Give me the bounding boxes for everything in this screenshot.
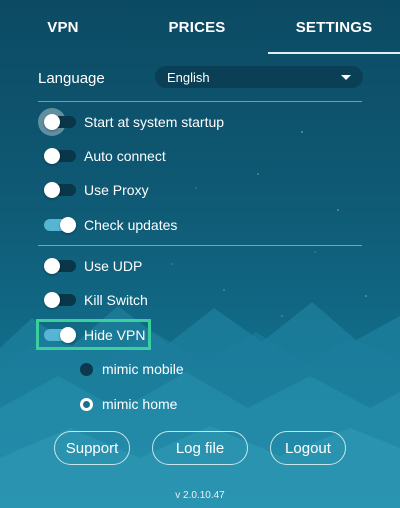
toggle-row-hide-vpn: Hide VPN bbox=[44, 324, 344, 346]
use-udp-toggle[interactable] bbox=[44, 258, 76, 274]
toggle-label: Auto connect bbox=[84, 148, 166, 164]
toggle-label: Use UDP bbox=[84, 258, 143, 274]
logout-button[interactable]: Logout bbox=[270, 431, 346, 465]
radio-label: mimic mobile bbox=[102, 361, 184, 377]
tab-prices[interactable]: PRICES bbox=[126, 0, 268, 54]
mimic-mobile-radio[interactable] bbox=[80, 362, 93, 376]
log-file-button[interactable]: Log file bbox=[152, 431, 248, 465]
toggle-row-kill-switch: Kill Switch bbox=[44, 289, 344, 311]
support-button[interactable]: Support bbox=[54, 431, 130, 465]
kill-switch-toggle[interactable] bbox=[44, 292, 76, 308]
top-tabs: VPN PRICES SETTINGS bbox=[0, 0, 400, 54]
radio-row-mimic-home: mimic home bbox=[80, 395, 177, 413]
toggle-row-use-proxy: Use Proxy bbox=[44, 179, 344, 201]
language-row: Language English bbox=[38, 66, 363, 90]
check-updates-toggle[interactable] bbox=[44, 217, 76, 233]
toggle-row-auto-connect: Auto connect bbox=[44, 145, 344, 167]
language-label: Language bbox=[38, 70, 105, 87]
tab-settings[interactable]: SETTINGS bbox=[268, 0, 400, 54]
radio-label: mimic home bbox=[102, 396, 178, 412]
toggle-knob bbox=[60, 217, 76, 233]
use-proxy-toggle[interactable] bbox=[44, 182, 76, 198]
chevron-down-icon bbox=[341, 75, 351, 80]
toggle-row-use-udp: Use UDP bbox=[44, 255, 344, 277]
toggle-row-start-at-startup: Start at system startup bbox=[38, 108, 344, 136]
toggle-label: Hide VPN bbox=[84, 327, 146, 343]
start-at-startup-toggle[interactable] bbox=[38, 108, 76, 136]
toggle-label: Kill Switch bbox=[84, 292, 148, 308]
toggle-label: Check updates bbox=[84, 217, 178, 233]
radio-row-mimic-mobile: mimic mobile bbox=[80, 360, 184, 378]
toggle-knob bbox=[44, 182, 60, 198]
toggle-knob bbox=[44, 148, 60, 164]
auto-connect-toggle[interactable] bbox=[44, 148, 76, 164]
toggle-knob bbox=[44, 292, 60, 308]
toggle-knob bbox=[60, 327, 76, 343]
divider bbox=[38, 245, 362, 246]
toggle-label: Start at system startup bbox=[84, 114, 225, 130]
tab-vpn[interactable]: VPN bbox=[0, 0, 126, 54]
language-select[interactable]: English bbox=[155, 66, 363, 88]
language-value: English bbox=[167, 70, 210, 85]
divider bbox=[38, 101, 362, 102]
toggle-row-check-updates: Check updates bbox=[44, 214, 344, 236]
version-label: v 2.0.10.47 bbox=[175, 490, 225, 501]
toggle-knob bbox=[44, 114, 60, 130]
toggle-knob bbox=[44, 258, 60, 274]
toggle-label: Use Proxy bbox=[84, 182, 149, 198]
mimic-home-radio[interactable] bbox=[80, 397, 93, 411]
hide-vpn-toggle[interactable] bbox=[44, 327, 76, 343]
